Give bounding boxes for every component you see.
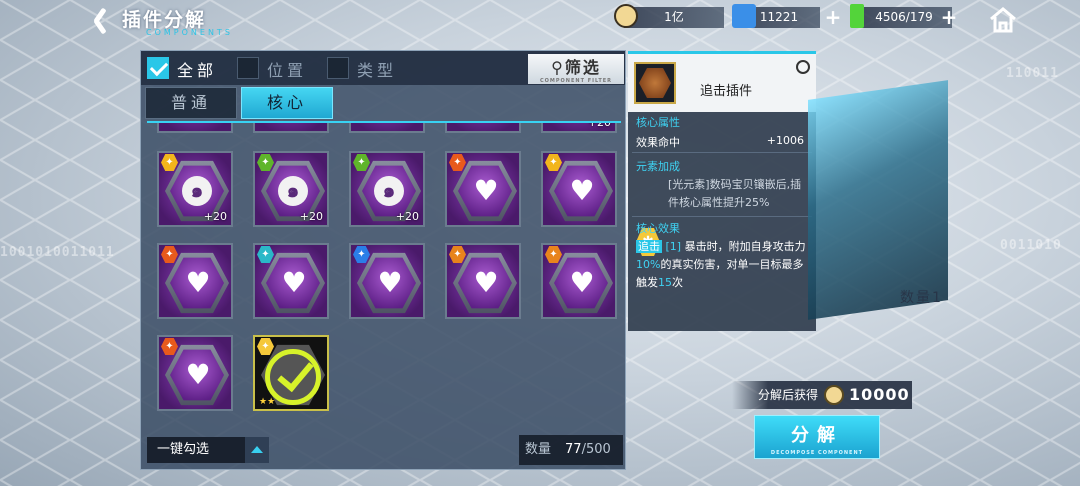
heart-emblem-icon: ♥ xyxy=(473,266,499,299)
element-icon: ✦ xyxy=(257,338,274,355)
core-effect-title: 核心效果 xyxy=(636,222,680,235)
one-key-select[interactable]: 一键勾选 xyxy=(147,437,269,463)
binary-decoration: 110011 xyxy=(1006,66,1059,81)
heart-emblem-icon: ♥ xyxy=(281,266,307,299)
core-effect-text: 追击 [1] 暴击时，附加自身攻击力10%的真实伤害，对单一目标最多触发15次 xyxy=(636,240,806,289)
all-checkbox[interactable] xyxy=(147,57,169,79)
lock-icon[interactable] xyxy=(796,60,810,74)
heart-emblem-icon: ♥ xyxy=(185,266,211,299)
filter-icon: ⚲ xyxy=(551,58,565,77)
cube-preview xyxy=(808,80,948,320)
component-thumbnail xyxy=(634,62,676,104)
page-subtitle: COMPONENTS xyxy=(146,28,233,37)
level-label: +20 xyxy=(395,210,419,223)
type-label: 类型 xyxy=(357,61,398,80)
quantity-label: 数量1 xyxy=(900,290,943,306)
component-card[interactable]: ♥ ✦ xyxy=(157,243,233,319)
all-label: 全部 xyxy=(177,61,218,80)
level-label: +20 xyxy=(203,210,227,223)
back-button[interactable] xyxy=(86,4,114,38)
card-icon xyxy=(732,4,756,28)
star-rating: ★★ xyxy=(259,397,276,407)
component-detail-panel: 追击插件 核心属性 效果命中+1006 元素加成 ✱ [光元素]数码宝贝镶嵌后,… xyxy=(628,51,816,331)
component-card[interactable]: ๑ ✦ +20 xyxy=(157,151,233,227)
attr-row: 效果命中 +1006 xyxy=(636,134,804,149)
binary-decoration: 1001010011011 xyxy=(0,245,115,260)
coin-resource: 1亿 xyxy=(624,7,724,28)
component-card[interactable]: ♥ ✦ xyxy=(253,243,329,319)
heart-emblem-icon: ♥ xyxy=(473,174,499,207)
component-card[interactable]: ♥ ✦ xyxy=(157,335,233,411)
home-button[interactable] xyxy=(988,6,1018,34)
divider xyxy=(632,152,812,153)
filter-bar: 全部 位置 类型 ⚲筛选 COMPONENT FILTER xyxy=(141,51,625,85)
tab-normal[interactable]: 普通 xyxy=(145,87,237,119)
level-label: +20 xyxy=(299,210,323,223)
element-bonus-text: [光元素]数码宝贝镶嵌后,插件核心属性提升25% xyxy=(668,178,802,209)
binary-decoration: 0011010 xyxy=(1000,238,1062,253)
heart-emblem-icon: ♥ xyxy=(569,174,595,207)
component-grid: +20 ๑ ✦ +20 ๑ ✦ +20 ๑ ✦ +20 ♥ ✦ ♥ ✦ ♥ ✦ ♥ ✦ ♥ ✦ ♥ ✦ ♥ ✦ ♥ ✦ ✦ ★★ xyxy=(147,121,621,411)
component-card[interactable]: ๑ ✦ +20 xyxy=(253,151,329,227)
component-card[interactable]: ♥ ✦ xyxy=(445,151,521,227)
home-icon xyxy=(990,7,1016,33)
element-bonus-title: 元素加成 xyxy=(636,160,680,173)
component-card[interactable]: +20 xyxy=(541,123,617,133)
component-card[interactable] xyxy=(253,123,329,133)
chevron-up-icon[interactable] xyxy=(245,437,269,463)
component-card[interactable] xyxy=(445,123,521,133)
component-card[interactable] xyxy=(349,123,425,133)
component-card[interactable] xyxy=(157,123,233,133)
swirl-emblem-icon: ๑ xyxy=(278,176,308,206)
position-label: 位置 xyxy=(267,61,308,80)
detail-header: 追击插件 xyxy=(628,54,816,112)
core-attr-title: 核心属性 xyxy=(636,116,680,129)
component-list-panel: 全部 位置 类型 ⚲筛选 COMPONENT FILTER 普通 核心 +20 … xyxy=(140,50,626,470)
battery-resource: 4506/179 xyxy=(856,7,952,28)
coin-icon xyxy=(824,385,844,405)
component-name: 追击插件 xyxy=(700,84,753,99)
heart-emblem-icon: ♥ xyxy=(185,358,211,391)
add-battery-button[interactable]: + xyxy=(940,7,958,27)
type-checkbox[interactable] xyxy=(327,57,349,79)
component-card[interactable]: ♥ ✦ xyxy=(541,243,617,319)
decompose-reward: 分解后获得 10000 xyxy=(732,381,912,409)
swirl-emblem-icon: ๑ xyxy=(182,176,212,206)
component-card[interactable]: ๑ ✦ +20 xyxy=(349,151,425,227)
component-count: 数量 77/500 xyxy=(519,435,623,465)
component-card[interactable]: ♥ ✦ xyxy=(349,243,425,319)
divider xyxy=(632,216,812,217)
position-checkbox[interactable] xyxy=(237,57,259,79)
coin-icon xyxy=(614,4,638,28)
heart-emblem-icon: ♥ xyxy=(569,266,595,299)
decompose-button[interactable]: 分解 DECOMPOSE COMPONENT xyxy=(754,415,880,459)
swirl-emblem-icon: ๑ xyxy=(374,176,404,206)
battery-icon xyxy=(850,4,864,28)
add-card-button[interactable]: + xyxy=(824,7,842,27)
heart-emblem-icon: ♥ xyxy=(377,266,403,299)
component-card[interactable]: ✦ ★★ xyxy=(253,335,329,411)
component-card[interactable]: ♥ ✦ xyxy=(541,151,617,227)
component-card[interactable]: ♥ ✦ xyxy=(445,243,521,319)
tab-core[interactable]: 核心 xyxy=(241,87,333,119)
filter-button[interactable]: ⚲筛选 COMPONENT FILTER xyxy=(528,54,624,84)
